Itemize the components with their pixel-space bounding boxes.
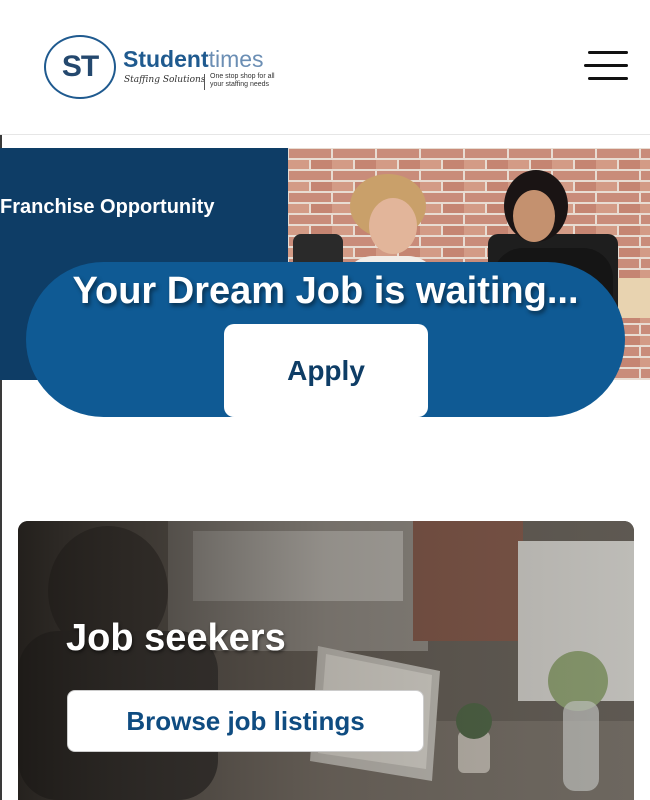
job-seekers-photo [18, 521, 634, 800]
job-seekers-card[interactable] [18, 521, 634, 800]
hero-overlay-text: Franchise Opportunity [0, 196, 215, 218]
logo-initials: ST [61, 50, 99, 83]
logo-mark[interactable]: ST [44, 35, 116, 99]
site-header: ST Studenttimes Staffing Solutions One s… [0, 0, 650, 135]
brand-name-primary: Student [123, 46, 209, 72]
apply-button[interactable]: Apply [224, 324, 428, 417]
browse-job-listings-button[interactable]: Browse job listings [67, 690, 424, 752]
brand-name[interactable]: Studenttimes [123, 46, 264, 73]
brand-divider [204, 74, 205, 90]
brand-tagline-script: Staffing Solutions [124, 75, 206, 85]
hamburger-menu-icon[interactable] [584, 51, 628, 83]
brand-name-secondary: times [208, 46, 264, 72]
hero-headline: Your Dream Job is waiting... [72, 270, 579, 312]
brand-tagline: One stop shop for all your staffing need… [210, 73, 275, 88]
job-seekers-title: Job seekers [66, 617, 286, 659]
